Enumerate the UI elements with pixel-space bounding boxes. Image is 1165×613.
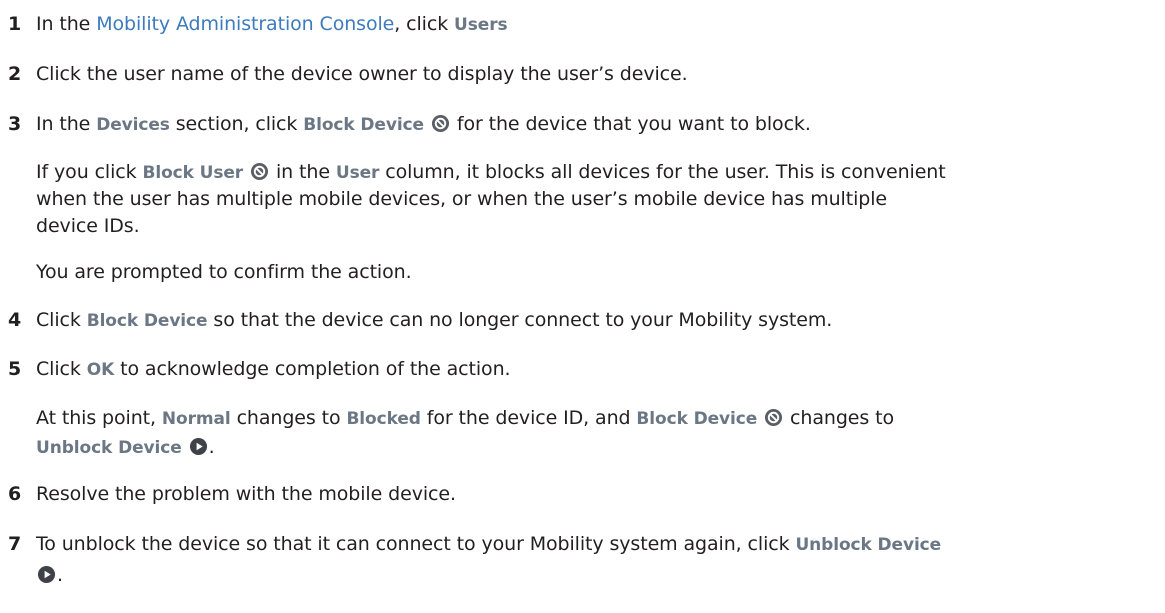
step-1-number: 1 [8,13,22,35]
step-4-number: 4 [8,309,22,331]
unblock-icon [37,565,56,584]
status-mid-1: changes to [230,407,347,429]
mobility-admin-console-link[interactable]: Mobility Administration Console [96,13,394,35]
step-1-pre: In the [36,13,97,35]
step-3-text: In the Devices section, click Block Devi… [36,111,811,138]
block-icon [765,408,783,427]
step-3-number: 3 [8,113,22,135]
block-icon [250,162,269,181]
step-1-mid: , click [394,13,455,35]
step-7-text-line-1: To unblock the device so that it can con… [36,531,941,558]
block-user-note-line-3: device IDs. [36,215,140,237]
note-pre: If you click [36,161,143,183]
step-7-pre: To unblock the device so that it can con… [36,533,796,555]
blocked-term: Blocked [346,409,421,429]
ok-term: OK [86,360,115,380]
note-mid: in the [270,161,336,183]
step-4-post: so that the device can no longer connect… [207,309,833,331]
devices-term: Devices [96,115,170,135]
step-1-text: In the Mobility Administration Console, … [36,11,508,38]
block-user-note-line-1: If you click Block User in the User colu… [36,159,946,186]
status-change-note-line-2: Unblock Device . [36,434,215,461]
status-pre: At this point, [36,407,162,429]
step-6-text: Resolve the problem with the mobile devi… [36,483,456,505]
unblock-device-term: Unblock Device [36,438,182,458]
status-mid-3: changes to [784,407,894,429]
block-device-term: Block Device [86,311,208,331]
step-3-pre: In the [36,113,97,135]
step-5-text: Click OK to acknowledge completion of th… [36,356,511,383]
note-line-1-end: column, it blocks all devices for the us… [379,161,946,183]
block-user-note-line-2: when the user has multiple mobile device… [36,188,887,210]
step-2-text: Click the user name of the device owner … [36,63,688,85]
step-5-pre: Click [36,358,87,380]
document-page: 1 In the Mobility Administration Console… [0,0,1165,613]
step-2-number: 2 [8,63,22,85]
step-5-post: to acknowledge completion of the action. [114,358,511,380]
block-icon [431,114,449,133]
status-change-note-line-1: At this point, Normal changes to Blocked… [36,405,894,432]
status-mid-2: for the device ID, and [420,407,637,429]
block-device-term: Block Device [636,409,758,429]
step-6-number: 6 [8,483,22,505]
step-7-number: 7 [8,533,22,555]
unblock-icon [189,437,207,456]
step-3-post: for the device that you want to block. [450,113,811,135]
step-4-pre: Click [36,309,87,331]
block-user-term: Block User [142,163,244,183]
status-post: . [208,436,215,458]
step-3-mid: section, click [169,113,304,135]
block-device-term: Block Device [303,115,424,135]
step-7-post: . [57,564,63,586]
confirm-prompt-note: You are prompted to confirm the action. [36,261,412,283]
unblock-device-term: Unblock Device [795,535,942,555]
step-7-text-line-2: . [36,562,63,588]
step-4-text: Click Block Device so that the device ca… [36,307,832,334]
users-term: Users [454,15,508,35]
step-5-number: 5 [8,358,22,380]
user-term: User [335,163,380,183]
normal-term: Normal [161,409,231,429]
